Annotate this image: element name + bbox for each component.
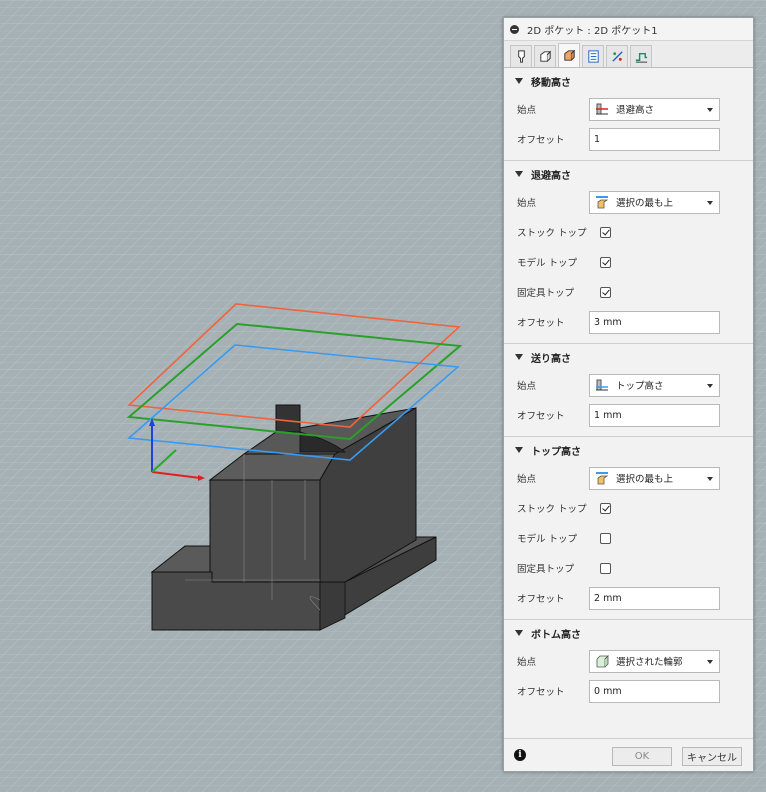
tab-passes[interactable] [582,45,604,67]
info-icon[interactable]: i [514,749,526,761]
from-label: 始点 [517,657,537,668]
selection-top-icon [596,196,609,209]
from-label: 始点 [517,198,537,209]
clearance-offset-input[interactable]: 1 [589,127,720,151]
bottom-offset-input[interactable]: 0 mm [589,679,720,703]
section-header[interactable]: トップ高さ [504,437,753,463]
section-title: トップ高さ [531,446,581,458]
passes-icon [587,50,599,63]
model-top-label: モデル トップ [517,258,578,269]
model-top-label: モデル トップ [517,534,578,545]
section-retract-height: 退避高さ 始点 選択の最も上 ストック トップ モデル トップ 固定具トップ オ… [504,161,753,344]
selection-top-icon [596,472,609,485]
section-header[interactable]: 移動高さ [504,68,753,94]
retract-stock-top-checkbox[interactable] [600,226,611,238]
feed-offset-input[interactable]: 1 mm [589,403,720,427]
section-title: ボトム高さ [531,629,581,641]
select-value: トップ高さ [616,381,664,392]
geometry-icon [539,50,551,62]
collapse-triangle-icon [515,630,523,636]
from-label: 始点 [517,381,537,392]
tab-shapes[interactable] [630,45,652,67]
from-label: 始点 [517,474,537,485]
chevron-down-icon [707,200,713,205]
tab-heights[interactable] [558,43,580,67]
offset-label: オフセット [517,318,565,329]
clearance-from-select[interactable]: 退避高さ [589,97,720,121]
top-from-select[interactable]: 選択の最も上 [589,466,720,490]
dialog-title: 2D ポケット : 2D ポケット1 [527,25,658,37]
shapes-icon [635,52,647,63]
select-value: 退避高さ [616,105,655,116]
section-title: 退避高さ [531,170,571,182]
offset-label: オフセット [517,411,565,422]
heights-icon [563,49,575,61]
top-offset-input[interactable]: 2 mm [589,586,720,610]
section-title: 移動高さ [531,77,571,89]
linking-icon [611,51,623,62]
chevron-down-icon [707,107,713,112]
select-value: 選択された輪郭 [616,657,683,668]
tab-tool[interactable] [510,45,532,67]
section-header[interactable]: 送り高さ [504,344,753,370]
top-height-icon [596,379,608,391]
section-feed-height: 送り高さ 始点 トップ高さ オフセット 1 mm [504,344,753,437]
top-stock-top-checkbox[interactable] [600,502,611,514]
bottom-from-select[interactable]: 選択された輪郭 [589,649,720,673]
offset-label: オフセット [517,135,565,146]
2d-pocket-dialog: 2D ポケット : 2D ポケット1 移動高さ 始点 退避高さ オフセット 1 … [503,17,754,772]
section-top-height: トップ高さ 始点 選択の最も上 ストック トップ モデル トップ 固定具トップ [504,437,753,620]
dialog-footer: i OK キャンセル [504,738,753,771]
chevron-down-icon [707,383,713,388]
section-clearance-height: 移動高さ 始点 退避高さ オフセット 1 [504,68,753,161]
dialog-tabs [504,41,753,68]
collapse-triangle-icon [515,447,523,453]
offset-label: オフセット [517,687,565,698]
top-model-top-checkbox[interactable] [600,532,611,544]
feed-from-select[interactable]: トップ高さ [589,373,720,397]
fixture-top-label: 固定具トップ [517,288,575,299]
retract-from-select[interactable]: 選択の最も上 [589,190,720,214]
selected-contour-icon [596,655,609,668]
dialog-titlebar[interactable]: 2D ポケット : 2D ポケット1 [504,18,753,41]
stock-top-label: ストック トップ [517,504,587,515]
tab-linking[interactable] [606,45,628,67]
from-label: 始点 [517,105,537,116]
collapse-triangle-icon [515,354,523,360]
collapse-icon[interactable] [510,24,519,34]
collapse-triangle-icon [515,171,523,177]
retract-offset-input[interactable]: 3 mm [589,310,720,334]
section-header[interactable]: 退避高さ [504,161,753,187]
section-header[interactable]: ボトム高さ [504,620,753,646]
cancel-button[interactable]: キャンセル [682,747,742,766]
retract-fixture-top-checkbox[interactable] [600,286,611,298]
section-title: 送り高さ [531,353,571,365]
select-value: 選択の最も上 [616,474,674,485]
top-fixture-top-checkbox[interactable] [600,562,611,574]
retract-model-top-checkbox[interactable] [600,256,611,268]
retract-height-icon [596,103,608,115]
fixture-top-label: 固定具トップ [517,564,575,575]
chevron-down-icon [707,476,713,481]
tool-icon [517,50,525,63]
ok-button[interactable]: OK [612,747,672,766]
chevron-down-icon [707,659,713,664]
offset-label: オフセット [517,594,565,605]
section-bottom-height: ボトム高さ 始点 選択された輪郭 オフセット 0 mm [504,620,753,712]
stock-top-label: ストック トップ [517,228,587,239]
tab-geometry[interactable] [534,45,556,67]
collapse-triangle-icon [515,78,523,84]
select-value: 選択の最も上 [616,198,674,209]
